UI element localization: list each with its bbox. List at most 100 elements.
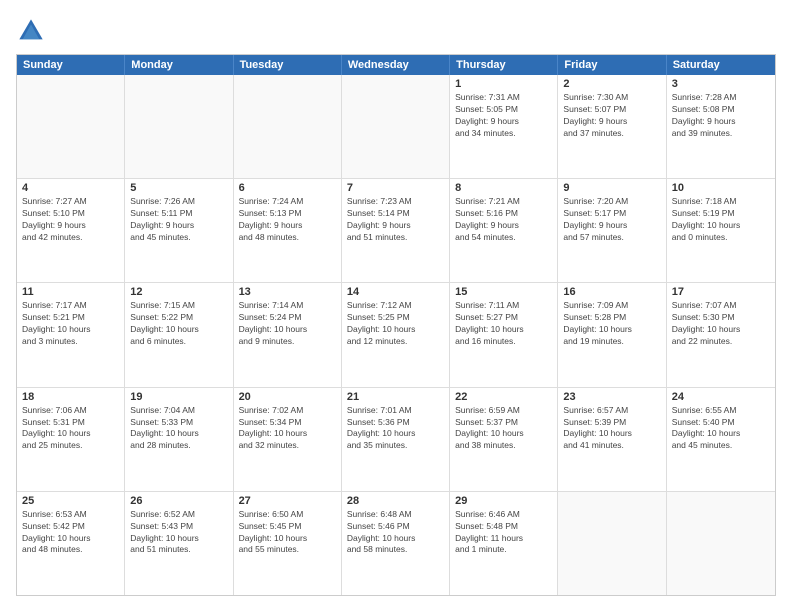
day-number: 15 — [455, 286, 552, 298]
calendar-cell: 15 Sunrise: 7:11 AM Sunset: 5:27 PM Dayli… — [450, 283, 558, 386]
day-info: Sunrise: 7:27 AM Sunset: 5:10 PM Dayligh… — [22, 196, 119, 244]
day-number: 13 — [239, 286, 336, 298]
header — [16, 16, 776, 46]
calendar-cell: 8 Sunrise: 7:21 AM Sunset: 5:16 PM Daylig… — [450, 179, 558, 282]
calendar-cell: 5Sunrise: 7:26 AM Sunset: 5:11 PM Daylig… — [125, 179, 233, 282]
day-info: Sunrise: 7:15 AM Sunset: 5:22 PM Dayligh… — [130, 300, 227, 348]
calendar-cell: 21 Sunrise: 7:01 AM Sunset: 5:36 PM Dayli… — [342, 388, 450, 491]
calendar-cell: 27Sunrise: 6:50 AM Sunset: 5:45 PM Dayli… — [234, 492, 342, 595]
day-number: 7 — [347, 182, 444, 194]
calendar-header: SundayMondayTuesdayWednesdayThursdayFrid… — [17, 55, 775, 75]
calendar-cell: 18 Sunrise: 7:06 AM Sunset: 5:31 PM Dayli… — [17, 388, 125, 491]
day-info: Sunrise: 6:53 AM Sunset: 5:42 PM Dayligh… — [22, 509, 119, 557]
calendar-row: 4 Sunrise: 7:27 AM Sunset: 5:10 PM Daylig… — [17, 178, 775, 282]
day-number: 18 — [22, 391, 119, 403]
calendar-cell — [17, 75, 125, 178]
day-number: 9 — [563, 182, 660, 194]
day-info: Sunrise: 7:18 AM Sunset: 5:19 PM Dayligh… — [672, 196, 770, 244]
calendar-cell: 3 Sunrise: 7:28 AM Sunset: 5:08 PM Daylig… — [667, 75, 775, 178]
day-number: 26 — [130, 495, 227, 507]
day-info: Sunrise: 7:12 AM Sunset: 5:25 PM Dayligh… — [347, 300, 444, 348]
weekday-header: Friday — [558, 55, 666, 75]
day-info: Sunrise: 6:52 AM Sunset: 5:43 PM Dayligh… — [130, 509, 227, 557]
day-number: 8 — [455, 182, 552, 194]
weekday-header: Thursday — [450, 55, 558, 75]
calendar-cell: 11 Sunrise: 7:17 AM Sunset: 5:21 PM Dayli… — [17, 283, 125, 386]
day-number: 12 — [130, 286, 227, 298]
day-number: 5 — [130, 182, 227, 194]
day-number: 20 — [239, 391, 336, 403]
calendar-cell: 13 Sunrise: 7:14 AM Sunset: 5:24 PM Dayli… — [234, 283, 342, 386]
calendar-cell: 2 Sunrise: 7:30 AM Sunset: 5:07 PM Daylig… — [558, 75, 666, 178]
calendar-cell: 16 Sunrise: 7:09 AM Sunset: 5:28 PM Dayli… — [558, 283, 666, 386]
day-info: Sunrise: 7:01 AM Sunset: 5:36 PM Dayligh… — [347, 405, 444, 453]
day-info: Sunrise: 7:23 AM Sunset: 5:14 PM Dayligh… — [347, 196, 444, 244]
calendar-cell: 14 Sunrise: 7:12 AM Sunset: 5:25 PM Dayli… — [342, 283, 450, 386]
calendar-row: 11 Sunrise: 7:17 AM Sunset: 5:21 PM Dayli… — [17, 282, 775, 386]
calendar-cell: 1 Sunrise: 7:31 AM Sunset: 5:05 PM Daylig… — [450, 75, 558, 178]
calendar-cell: 26 Sunrise: 6:52 AM Sunset: 5:43 PM Dayli… — [125, 492, 233, 595]
day-number: 21 — [347, 391, 444, 403]
day-info: Sunrise: 7:06 AM Sunset: 5:31 PM Dayligh… — [22, 405, 119, 453]
calendar-cell: 6Sunrise: 7:24 AM Sunset: 5:13 PM Daylig… — [234, 179, 342, 282]
calendar-cell: 23 Sunrise: 6:57 AM Sunset: 5:39 PM Dayli… — [558, 388, 666, 491]
day-info: Sunrise: 7:31 AM Sunset: 5:05 PM Dayligh… — [455, 92, 552, 140]
day-info: Sunrise: 7:28 AM Sunset: 5:08 PM Dayligh… — [672, 92, 770, 140]
day-info: Sunrise: 7:14 AM Sunset: 5:24 PM Dayligh… — [239, 300, 336, 348]
calendar-cell — [234, 75, 342, 178]
calendar-cell — [667, 492, 775, 595]
calendar-cell — [342, 75, 450, 178]
day-number: 3 — [672, 78, 770, 90]
day-info: Sunrise: 6:59 AM Sunset: 5:37 PM Dayligh… — [455, 405, 552, 453]
weekday-header: Tuesday — [234, 55, 342, 75]
weekday-header: Wednesday — [342, 55, 450, 75]
calendar-cell: 9 Sunrise: 7:20 AM Sunset: 5:17 PM Daylig… — [558, 179, 666, 282]
calendar-row: 25 Sunrise: 6:53 AM Sunset: 5:42 PM Dayli… — [17, 491, 775, 595]
page: SundayMondayTuesdayWednesdayThursdayFrid… — [0, 0, 792, 612]
day-info: Sunrise: 6:57 AM Sunset: 5:39 PM Dayligh… — [563, 405, 660, 453]
day-info: Sunrise: 7:30 AM Sunset: 5:07 PM Dayligh… — [563, 92, 660, 140]
calendar-cell: 29Sunrise: 6:46 AM Sunset: 5:48 PM Dayli… — [450, 492, 558, 595]
calendar-cell: 17Sunrise: 7:07 AM Sunset: 5:30 PM Dayli… — [667, 283, 775, 386]
day-info: Sunrise: 6:50 AM Sunset: 5:45 PM Dayligh… — [239, 509, 336, 557]
day-info: Sunrise: 7:21 AM Sunset: 5:16 PM Dayligh… — [455, 196, 552, 244]
day-info: Sunrise: 7:07 AM Sunset: 5:30 PM Dayligh… — [672, 300, 770, 348]
day-info: Sunrise: 7:11 AM Sunset: 5:27 PM Dayligh… — [455, 300, 552, 348]
calendar: SundayMondayTuesdayWednesdayThursdayFrid… — [16, 54, 776, 596]
day-number: 29 — [455, 495, 552, 507]
day-number: 24 — [672, 391, 770, 403]
day-number: 1 — [455, 78, 552, 90]
day-info: Sunrise: 7:02 AM Sunset: 5:34 PM Dayligh… — [239, 405, 336, 453]
calendar-cell: 28 Sunrise: 6:48 AM Sunset: 5:46 PM Dayli… — [342, 492, 450, 595]
day-number: 19 — [130, 391, 227, 403]
calendar-row: 1 Sunrise: 7:31 AM Sunset: 5:05 PM Daylig… — [17, 75, 775, 178]
calendar-cell: 20 Sunrise: 7:02 AM Sunset: 5:34 PM Dayli… — [234, 388, 342, 491]
day-number: 23 — [563, 391, 660, 403]
day-info: Sunrise: 7:17 AM Sunset: 5:21 PM Dayligh… — [22, 300, 119, 348]
day-number: 4 — [22, 182, 119, 194]
calendar-cell: 22Sunrise: 6:59 AM Sunset: 5:37 PM Dayli… — [450, 388, 558, 491]
day-info: Sunrise: 7:04 AM Sunset: 5:33 PM Dayligh… — [130, 405, 227, 453]
day-info: Sunrise: 7:20 AM Sunset: 5:17 PM Dayligh… — [563, 196, 660, 244]
weekday-header: Saturday — [667, 55, 775, 75]
calendar-cell — [125, 75, 233, 178]
calendar-row: 18 Sunrise: 7:06 AM Sunset: 5:31 PM Dayli… — [17, 387, 775, 491]
day-number: 28 — [347, 495, 444, 507]
day-info: Sunrise: 7:09 AM Sunset: 5:28 PM Dayligh… — [563, 300, 660, 348]
calendar-cell: 12 Sunrise: 7:15 AM Sunset: 5:22 PM Dayli… — [125, 283, 233, 386]
day-number: 11 — [22, 286, 119, 298]
day-number: 10 — [672, 182, 770, 194]
calendar-cell: 4 Sunrise: 7:27 AM Sunset: 5:10 PM Daylig… — [17, 179, 125, 282]
day-number: 2 — [563, 78, 660, 90]
calendar-cell: 19 Sunrise: 7:04 AM Sunset: 5:33 PM Dayli… — [125, 388, 233, 491]
calendar-cell: 7 Sunrise: 7:23 AM Sunset: 5:14 PM Daylig… — [342, 179, 450, 282]
day-number: 25 — [22, 495, 119, 507]
calendar-cell: 10 Sunrise: 7:18 AM Sunset: 5:19 PM Dayli… — [667, 179, 775, 282]
calendar-cell: 25 Sunrise: 6:53 AM Sunset: 5:42 PM Dayli… — [17, 492, 125, 595]
day-number: 16 — [563, 286, 660, 298]
calendar-body: 1 Sunrise: 7:31 AM Sunset: 5:05 PM Daylig… — [17, 75, 775, 595]
day-info: Sunrise: 6:48 AM Sunset: 5:46 PM Dayligh… — [347, 509, 444, 557]
day-number: 14 — [347, 286, 444, 298]
weekday-header: Sunday — [17, 55, 125, 75]
logo — [16, 16, 50, 46]
